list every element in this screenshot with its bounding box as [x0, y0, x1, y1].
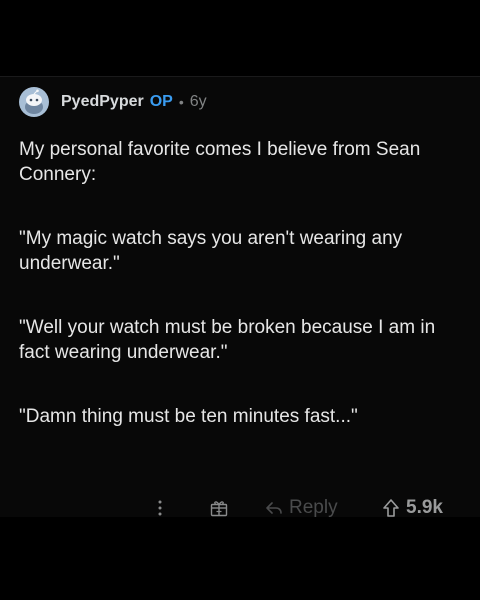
- vote-count: 5.9k: [406, 497, 443, 518]
- gift-icon: [210, 501, 228, 517]
- comment-paragraph: My personal favorite comes I believe fro…: [19, 139, 421, 185]
- avatar[interactable]: [19, 87, 49, 117]
- reply-arrow-icon: [266, 502, 282, 514]
- vote-control[interactable]: 5.9k: [382, 490, 443, 526]
- comment-header: PyedPyper OP • 6y: [19, 86, 207, 118]
- comment-paragraph: "Well your watch must be broken because …: [19, 317, 436, 363]
- comment-author[interactable]: PyedPyper: [61, 93, 144, 111]
- comment-paragraph: "My magic watch says you aren't wearing …: [19, 228, 403, 274]
- comment-paragraph: "Damn thing must be ten minutes fast...": [19, 406, 358, 427]
- upvote-arrow-icon[interactable]: [382, 498, 400, 518]
- meta-separator: •: [178, 94, 184, 110]
- more-options-button[interactable]: [152, 490, 168, 526]
- op-badge: OP: [149, 93, 173, 110]
- snoo-avatar-icon: [25, 89, 43, 114]
- more-vertical-icon: [158, 500, 162, 516]
- comment-age: 6y: [189, 93, 207, 110]
- comment-body: My personal favorite comes I believe fro…: [19, 137, 464, 468]
- reply-label: Reply: [289, 497, 338, 518]
- award-button[interactable]: [208, 490, 230, 526]
- reply-button[interactable]: Reply: [265, 490, 338, 526]
- comment-actions: Reply 5.9k: [0, 490, 480, 526]
